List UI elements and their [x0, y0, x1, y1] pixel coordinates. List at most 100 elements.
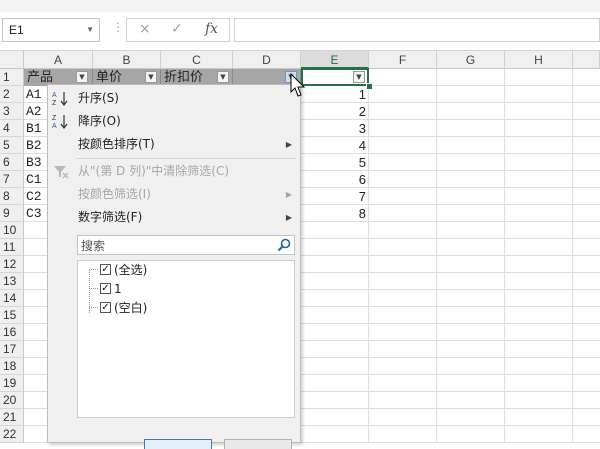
gridline [436, 69, 437, 443]
column-header-c[interactable]: C [161, 51, 233, 69]
menu-sort-ascending-label: 升序(S) [78, 91, 119, 105]
row-header[interactable]: 21 [0, 409, 24, 426]
row-header[interactable]: 14 [0, 290, 24, 307]
row-header[interactable]: 20 [0, 392, 24, 409]
row-header[interactable]: 17 [0, 341, 24, 358]
cell-e8[interactable]: 7 [301, 188, 369, 205]
row-header[interactable]: 9 [0, 205, 24, 222]
column-header-b[interactable]: B [93, 51, 161, 69]
name-box-value: E1 [9, 23, 24, 37]
formula-buttons: × ✓ fx [126, 18, 230, 42]
row-header[interactable]: 4 [0, 120, 24, 137]
tree-connector [89, 288, 98, 290]
submenu-arrow-icon: ▶ [285, 213, 292, 222]
menu-clear-filter-label: 从"(第 D 列)"中清除筛选(C) [78, 164, 230, 178]
cancel-button[interactable] [224, 439, 292, 449]
mouse-cursor-icon [290, 73, 306, 97]
sort-ascending-icon: A Z [52, 92, 68, 107]
header-label-price: 单价 [96, 70, 123, 85]
menu-filter-by-color: 按颜色筛选(I) ▶ [48, 183, 300, 206]
select-all-corner[interactable] [0, 51, 24, 69]
column-header-h[interactable]: H [505, 51, 573, 69]
cell-e3[interactable]: 2 [301, 103, 369, 120]
cell-e6[interactable]: 5 [301, 154, 369, 171]
cell-e4[interactable]: 3 [301, 120, 369, 137]
menu-clear-filter: 从"(第 D 列)"中清除筛选(C) [48, 160, 300, 183]
column-header-i[interactable] [573, 51, 600, 69]
cell-a4[interactable]: B1 [24, 120, 48, 137]
row-header[interactable]: 2 [0, 86, 24, 103]
cell-a7[interactable]: C1 [24, 171, 48, 188]
cell-a5[interactable]: B2 [24, 137, 48, 154]
row-header[interactable]: 12 [0, 256, 24, 273]
checkbox-value-1[interactable]: ✓ [100, 283, 111, 294]
header-label-product: 产品 [27, 70, 54, 85]
cell-a3[interactable]: A2 [24, 103, 48, 120]
submenu-arrow-icon: ▶ [285, 190, 292, 199]
filter-value-list: ✓ (全选) ✓ 1 ✓ (空白) [77, 260, 295, 418]
selected-cell-outline [301, 68, 369, 86]
row-header[interactable]: 5 [0, 137, 24, 154]
sort-descending-icon: Z A [52, 115, 68, 130]
tree-connector [89, 307, 98, 309]
svg-text:A: A [52, 123, 57, 130]
autofilter-menu: A Z 升序(S) Z A 降序(O) 按颜色排序(T) ▶ 从"(第 D 列)… [47, 84, 301, 449]
row-header[interactable]: 8 [0, 188, 24, 205]
row-header[interactable]: 13 [0, 273, 24, 290]
menu-sort-ascending[interactable]: A Z 升序(S) [48, 87, 300, 110]
checkbox-blanks[interactable]: ✓ [100, 302, 111, 313]
column-header-g[interactable]: G [437, 51, 505, 69]
row-header[interactable]: 6 [0, 154, 24, 171]
menu-sort-by-color[interactable]: 按颜色排序(T) ▶ [48, 133, 300, 156]
name-box[interactable]: E1 ▼ [2, 18, 100, 42]
menu-sort-descending[interactable]: Z A 降序(O) [48, 110, 300, 133]
chevron-down-icon[interactable]: ▼ [217, 71, 229, 83]
row-header[interactable]: 1 [0, 69, 24, 86]
menu-separator [76, 158, 296, 159]
row-header[interactable]: 11 [0, 239, 24, 256]
row-header[interactable]: 10 [0, 222, 24, 239]
cell-a9[interactable]: C3 [24, 205, 48, 222]
cell-a6[interactable]: B3 [24, 154, 48, 171]
filter-search-placeholder: 搜索 [81, 239, 106, 253]
column-header-f[interactable]: F [369, 51, 437, 69]
header-label-discount-price: 折扣价 [164, 70, 204, 85]
chevron-down-icon[interactable]: ▼ [86, 19, 94, 41]
menu-sort-by-color-label: 按颜色排序(T) [78, 137, 155, 151]
cell-a8[interactable]: C2 [24, 188, 48, 205]
ok-button[interactable] [144, 439, 212, 449]
cell-e9[interactable]: 8 [301, 205, 369, 222]
filter-search-box[interactable]: 搜索 [77, 235, 295, 255]
gridline [504, 69, 505, 443]
menu-number-filters[interactable]: 数字筛选(F) ▶ [48, 206, 300, 229]
gridline [572, 69, 573, 443]
chevron-down-icon[interactable]: ▼ [76, 71, 88, 83]
svg-text:Z: Z [52, 100, 57, 107]
formula-input[interactable] [234, 18, 600, 42]
row-header[interactable]: 22 [0, 426, 24, 443]
submenu-arrow-icon: ▶ [285, 140, 292, 149]
formula-bar: E1 ▼ ⋮ × ✓ fx [0, 12, 600, 51]
row-header[interactable]: 16 [0, 324, 24, 341]
row-header[interactable]: 19 [0, 375, 24, 392]
row-header[interactable]: 15 [0, 307, 24, 324]
chevron-down-icon[interactable]: ▼ [145, 71, 157, 83]
cell-e2[interactable]: 1 [301, 86, 369, 103]
search-icon[interactable] [277, 238, 291, 252]
column-header-a[interactable]: A [24, 51, 93, 69]
row-header[interactable]: 7 [0, 171, 24, 188]
cell-a2[interactable]: A1 [24, 86, 48, 103]
column-header-e[interactable]: E [301, 51, 369, 69]
confirm-entry-icon[interactable]: ✓ [171, 21, 183, 37]
cell-e7[interactable]: 6 [301, 171, 369, 188]
menu-filter-by-color-label: 按颜色筛选(I) [78, 187, 151, 201]
formula-bar-grip: ⋮ [112, 20, 124, 34]
checkbox-select-all[interactable]: ✓ [100, 264, 111, 275]
column-header-d[interactable]: D [233, 51, 301, 69]
row-header[interactable]: 18 [0, 358, 24, 375]
clear-filter-icon [54, 166, 69, 179]
cancel-entry-icon[interactable]: × [139, 21, 151, 37]
row-header[interactable]: 3 [0, 103, 24, 120]
cell-e5[interactable]: 4 [301, 137, 369, 154]
insert-function-icon[interactable]: fx [205, 21, 218, 37]
